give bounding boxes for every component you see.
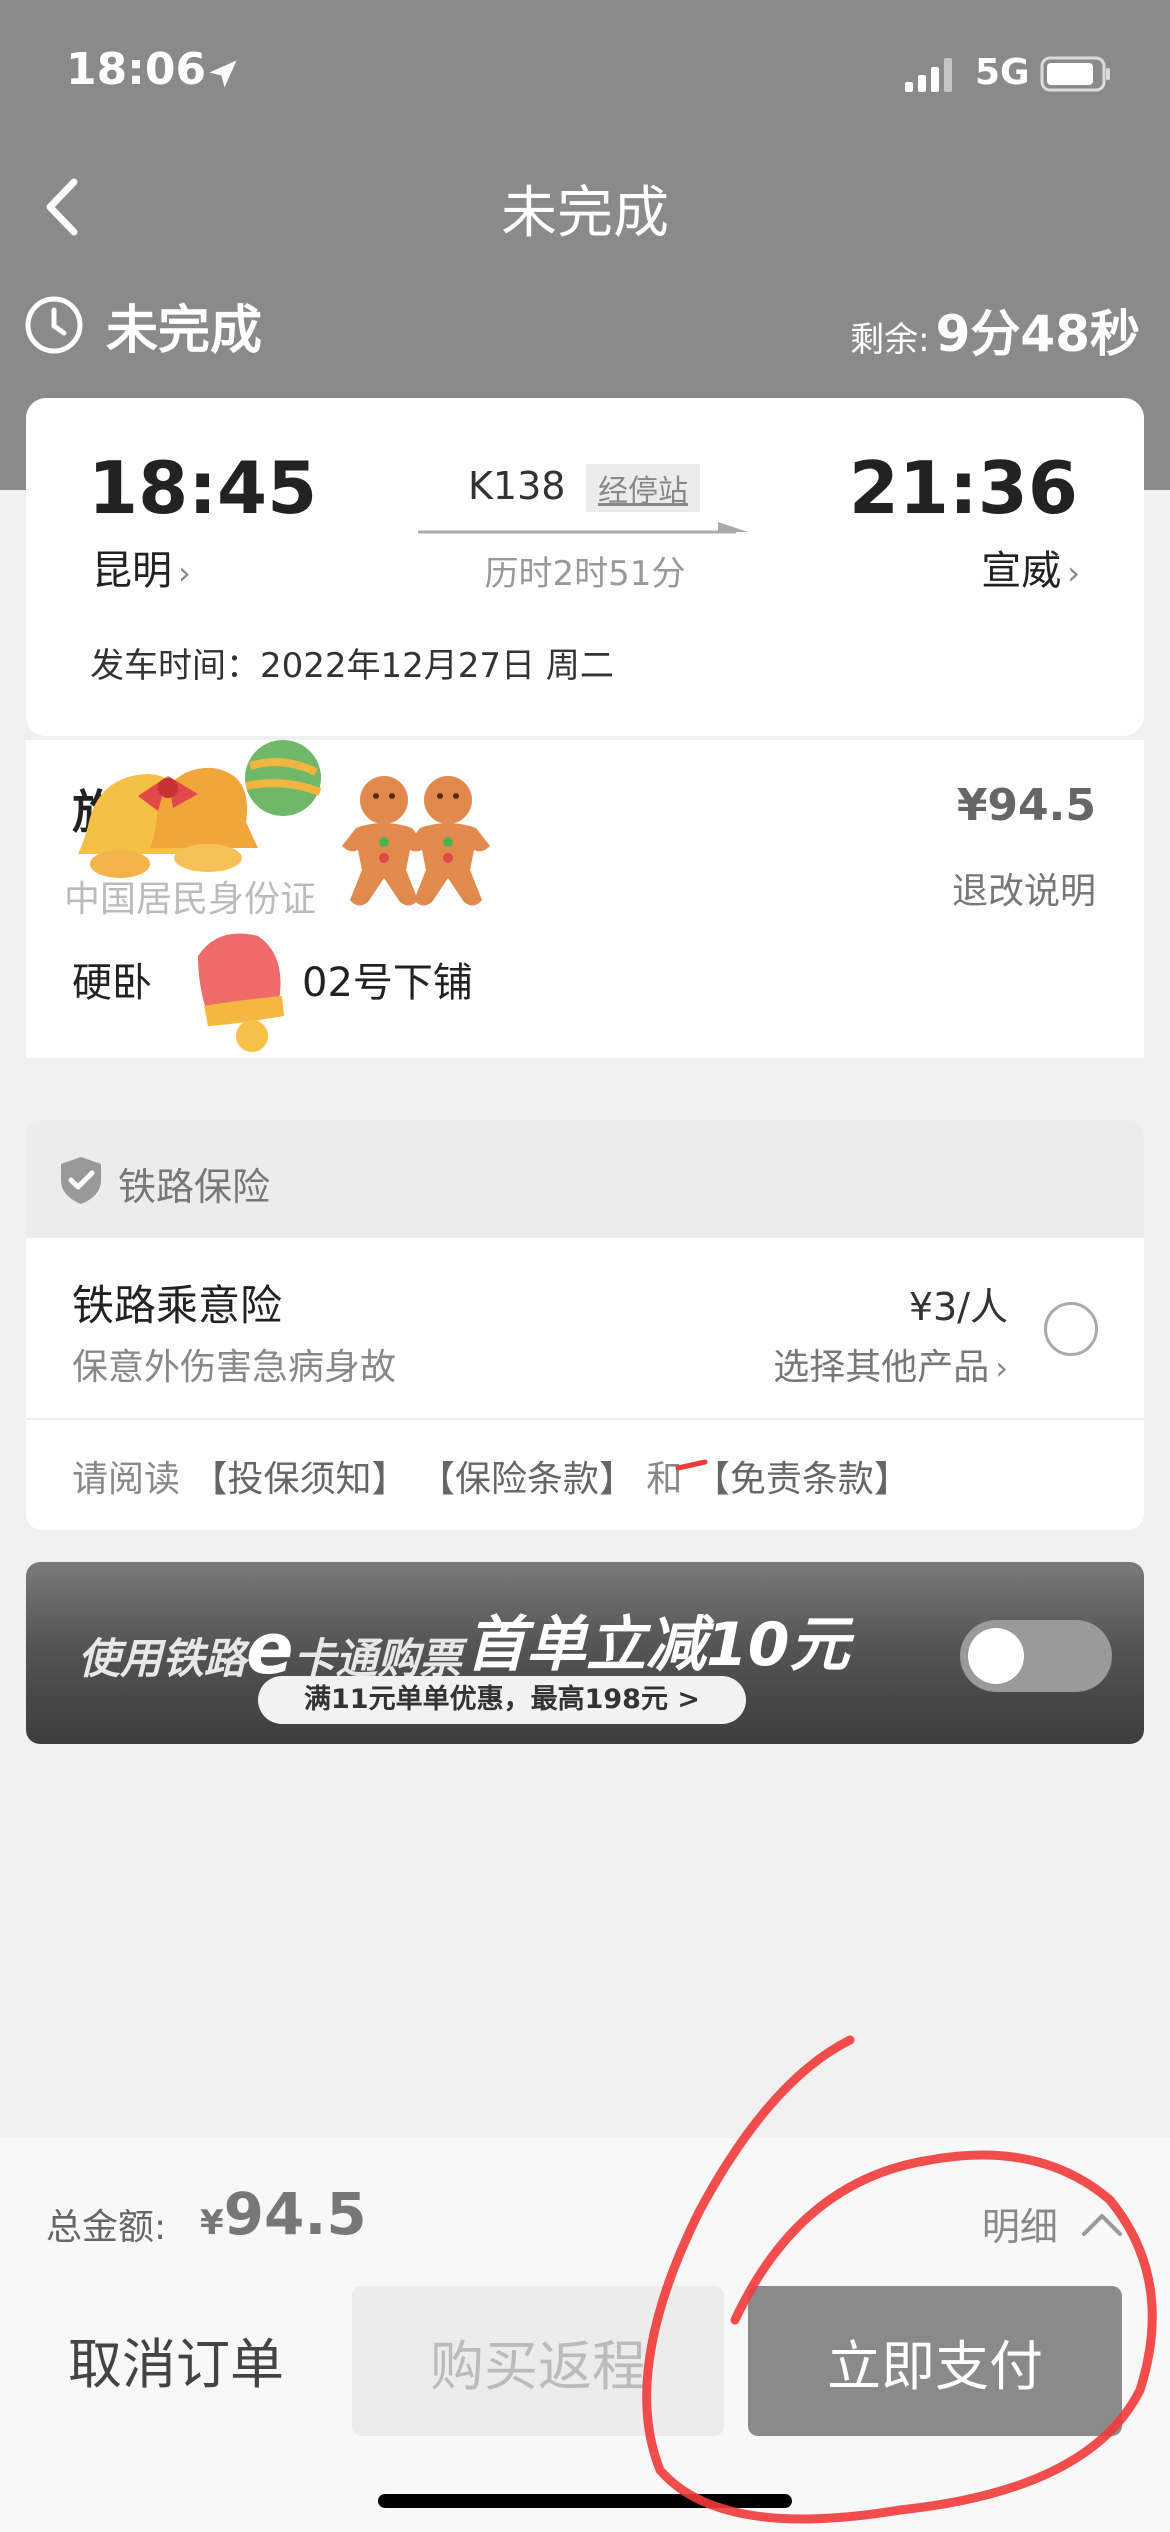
order-status: 未完成 (24, 292, 262, 361)
page-title: 未完成 (501, 181, 669, 246)
route-arrow-icon (418, 522, 748, 534)
insurance-card: 铁路保险 铁路乘意险 保意外伤害急病身故 ¥3/人 选择其他产品 › 请阅读 【投… (26, 1120, 1144, 1530)
refund-policy-link[interactable]: 退改说明 (952, 862, 1096, 914)
network-type: 5G (975, 52, 1030, 93)
other-insurance-link[interactable]: 选择其他产品 › (773, 1338, 1008, 1390)
seat-number: 02号下铺 (302, 960, 473, 1006)
departure-date: 发车时间：2022年12月27日 周二 (90, 646, 614, 686)
ticket-price: ¥94.5 (956, 780, 1096, 831)
cellular-signal-icon (905, 58, 952, 92)
insurance-price: ¥3/人 (908, 1285, 1008, 1329)
ecard-promo-banner[interactable]: 使用铁路e卡通购票 首单立减10元 满11元单单优惠，最高198元 > (26, 1562, 1144, 1744)
detail-label: 明细 (981, 2205, 1058, 2249)
arrival-station[interactable]: 宣威 › (981, 538, 1080, 596)
chevron-right-icon: › (1067, 554, 1080, 592)
buy-return-button[interactable]: 购买返程 (352, 2286, 724, 2436)
departure-time: 18:45 (88, 446, 318, 530)
terms-disclaimer-link[interactable]: 【免责条款】 (694, 1459, 910, 1500)
promo-headline: 首单立减10元 (466, 1610, 850, 1680)
status-bar: 18:06 5G (0, 0, 1170, 150)
battery-icon (1040, 56, 1110, 92)
promo-text-left-a: 使用铁路 (78, 1634, 247, 1683)
other-insurance-label: 选择其他产品 (773, 1347, 990, 1388)
divider (26, 1418, 1144, 1420)
checkout-bar: 总金额: ¥94.5 明细 取消订单 购买返程 立即支付 (0, 2138, 1170, 2532)
insurance-header: 铁路保险 (26, 1120, 1144, 1238)
terms-notice-link[interactable]: 【投保须知】 (191, 1459, 407, 1500)
stops-link[interactable]: 经停站 (586, 464, 700, 512)
arrival-station-label: 宣威 (981, 548, 1062, 594)
trip-card: 18:45 昆明 › K138 经停站 历时2时51分 21:36 宣威 › 发车时… (26, 398, 1144, 736)
bell-sticker (198, 933, 284, 1052)
clock-icon (25, 296, 83, 354)
order-status-text: 未完成 (106, 300, 263, 361)
trip-duration: 历时2时51分 (484, 554, 686, 594)
total-currency: ¥ (200, 2203, 224, 2243)
train-number: K138 (468, 464, 566, 508)
arrival-time: 21:36 (848, 446, 1078, 530)
terms-clauses-link[interactable]: 【保险条款】 (419, 1459, 635, 1500)
chevron-up-icon (1082, 2214, 1122, 2236)
insurance-section-title: 铁路保险 (118, 1165, 271, 1209)
cancel-order-button[interactable]: 取消订单 (26, 2286, 326, 2432)
status-time: 18:06 (66, 44, 207, 95)
chevron-right-icon: › (995, 1349, 1008, 1387)
pay-now-button[interactable]: 立即支付 (748, 2286, 1122, 2436)
passenger-card: 旅 中国居民身份证 硬卧02号下铺 ¥94.5 退改说明 (26, 740, 1144, 1058)
total-label: 总金额: (46, 2207, 167, 2248)
seat-class: 硬卧 (72, 960, 152, 1006)
terms-prefix: 请阅读 (72, 1459, 181, 1500)
terms-and: 和 (646, 1459, 683, 1500)
remaining-time: 剩余: 9分48秒 (850, 294, 1140, 366)
remaining-value: 9分48秒 (935, 305, 1140, 363)
shield-check-icon (61, 1157, 101, 1204)
insurance-product-name: 铁路乘意险 (72, 1281, 283, 1330)
bells-sticker (78, 740, 322, 878)
remaining-label: 剩余: (850, 320, 930, 360)
insurance-select-radio[interactable] (1044, 1302, 1098, 1356)
toggle-knob (968, 1628, 1024, 1684)
insurance-product-desc: 保意外伤害急病身故 (72, 1347, 397, 1388)
total-amount-value: 94.5 (223, 2180, 367, 2248)
ecard-toggle[interactable] (960, 1620, 1112, 1692)
insurance-terms: 请阅读 【投保须知】 【保险条款】 和 【免责条款】 (72, 1450, 910, 1502)
gingerbread-sticker (342, 776, 490, 906)
price-detail-toggle[interactable]: 明细 (982, 2196, 1124, 2251)
home-indicator (378, 2494, 792, 2508)
location-arrow-icon (209, 60, 237, 88)
promo-subtitle[interactable]: 满11元单单优惠，最高198元 > (258, 1676, 746, 1724)
total-amount: ¥94.5 (200, 2180, 367, 2248)
